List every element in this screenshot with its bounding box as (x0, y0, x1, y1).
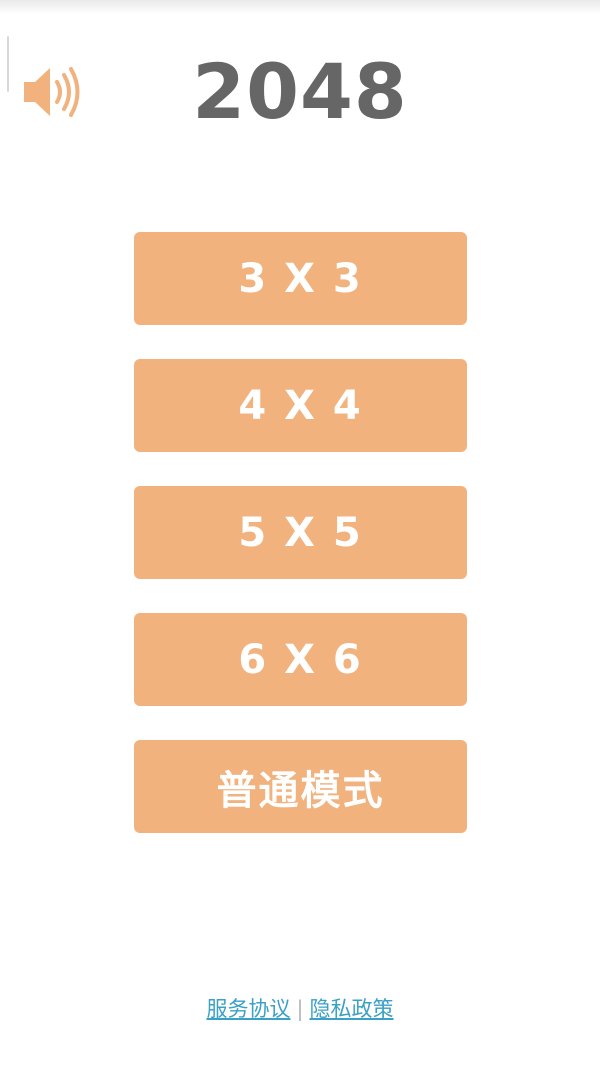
mode-6x6-button[interactable]: 6 X 6 (134, 613, 467, 706)
footer-separator: | (296, 997, 304, 1021)
app-screen: 2048 3 X 3 4 X 4 5 X 5 6 X 6 普通模式 服务协议 | 隐… (0, 0, 600, 1066)
privacy-policy-link[interactable]: 隐私政策 (310, 997, 394, 1021)
normal-mode-button[interactable]: 普通模式 (134, 740, 467, 833)
mode-list: 3 X 3 4 X 4 5 X 5 6 X 6 普通模式 (134, 232, 467, 833)
footer-links: 服务协议 | 隐私政策 (0, 994, 600, 1024)
terms-of-service-link[interactable]: 服务协议 (206, 997, 290, 1021)
mode-4x4-button[interactable]: 4 X 4 (134, 359, 467, 452)
mode-3x3-button[interactable]: 3 X 3 (134, 232, 467, 325)
status-bar-shadow (0, 0, 600, 14)
mode-5x5-button[interactable]: 5 X 5 (134, 486, 467, 579)
game-title: 2048 (192, 47, 408, 136)
